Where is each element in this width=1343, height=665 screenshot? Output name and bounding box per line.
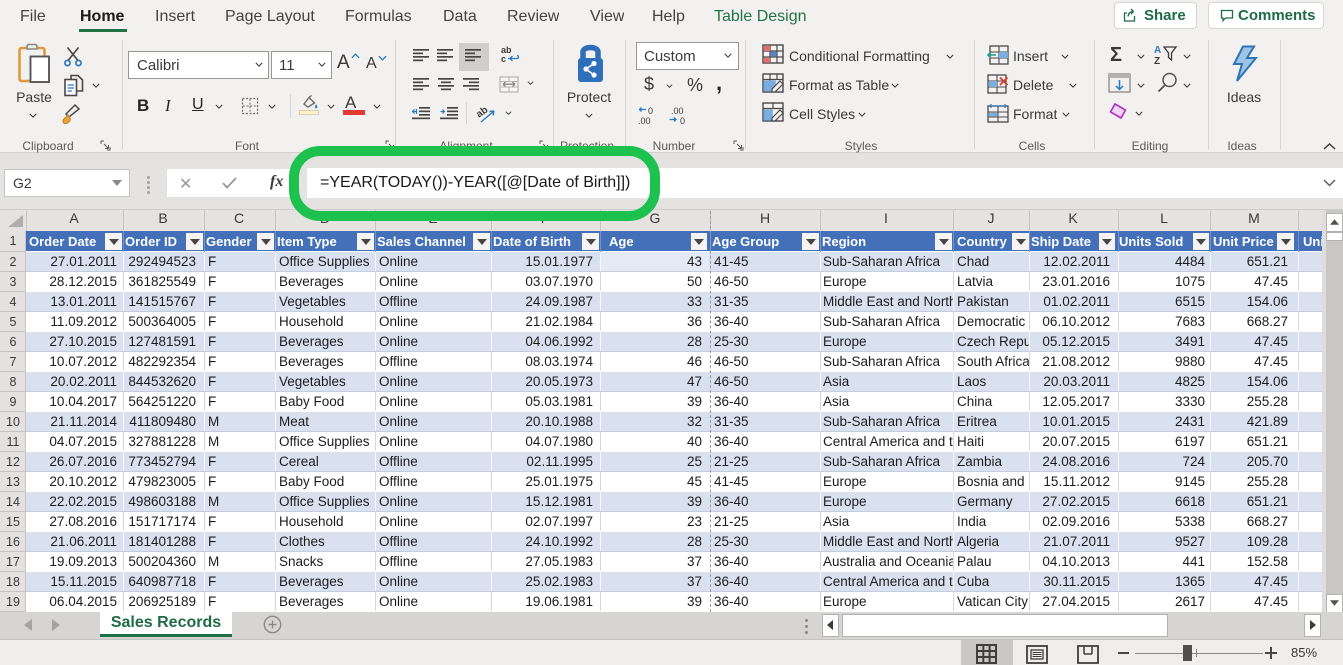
svg-text:Z: Z <box>1154 56 1160 66</box>
svg-text:.00: .00 <box>638 116 651 125</box>
svg-text:ab: ab <box>477 105 490 121</box>
svg-text:0: 0 <box>648 106 653 116</box>
svg-text:c: c <box>501 54 506 64</box>
svg-text:0: 0 <box>680 116 685 125</box>
svg-text:A: A <box>1154 45 1161 56</box>
svg-text:.00: .00 <box>671 106 684 116</box>
